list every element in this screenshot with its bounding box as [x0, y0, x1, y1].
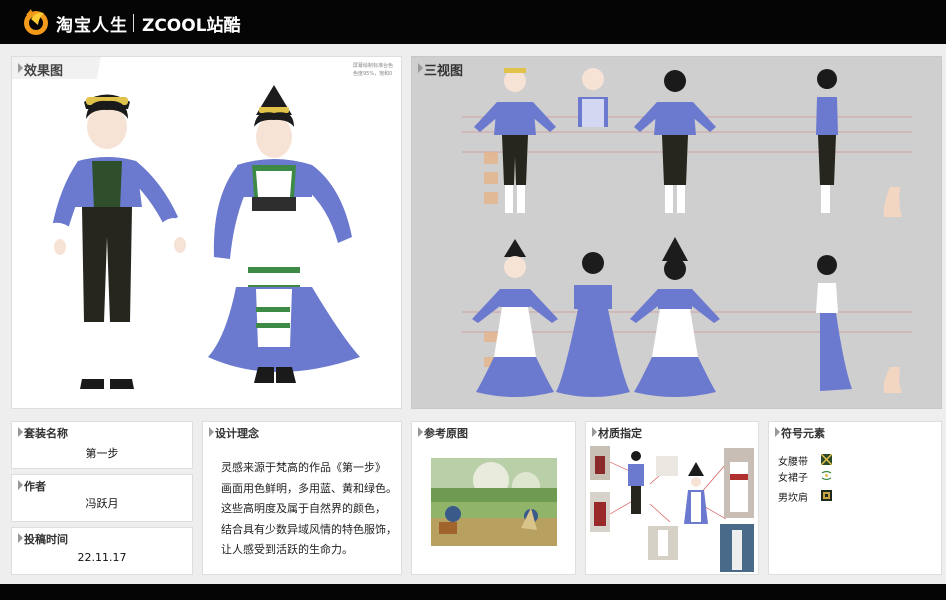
concept-line: 画面用色鲜明，多用蓝、黄和绿色。: [221, 481, 397, 495]
symbols-title: 符号元素: [775, 425, 825, 441]
three-view-panel: 三视图: [411, 56, 942, 409]
three-view-illustration: [462, 68, 912, 397]
symbol-label: 女腰带: [778, 457, 808, 468]
top-bar: 淘宝人生 ZCOOL站酷: [0, 0, 946, 44]
symbol-row-vest: 男坎肩: [778, 489, 832, 504]
reference-painting-image: [431, 458, 557, 546]
design-concept-title: 设计理念: [209, 425, 259, 441]
vest-pattern-icon: [821, 490, 832, 501]
bottom-bar: [0, 584, 946, 600]
symbols-panel: 符号元素 女腰带 女裙子 男坎肩: [768, 421, 942, 575]
date-panel: 投稿时间 22.11.17: [11, 527, 193, 575]
reference-title: 参考原图: [418, 425, 468, 441]
brand-zcool: ZCOOL站酷: [142, 16, 241, 36]
author-label: 作者: [18, 478, 46, 494]
author-panel: 作者 冯跃月: [11, 474, 193, 522]
taobao-life-logo-icon: [24, 9, 48, 35]
symbol-row-skirt: 女裙子: [778, 469, 832, 484]
design-concept-text: 灵感来源于梵高的作品《第一步》 画面用色鲜明，多用蓝、黄和绿色。 这些高明度及属…: [221, 458, 401, 561]
outfit-name-label: 套装名称: [18, 425, 68, 441]
female-character-figure: [208, 85, 360, 383]
reference-panel: 参考原图: [411, 421, 576, 575]
brand-taobao-life: 淘宝人生: [56, 16, 128, 36]
symbol-label: 男坎肩: [778, 493, 808, 504]
symbol-label: 女裙子: [778, 473, 808, 484]
effect-panel: 效果图 屏幕绘制标准台色 色度95%，饱和0: [11, 56, 402, 409]
material-collage-image: [590, 446, 754, 572]
date-label: 投稿时间: [18, 531, 68, 547]
male-character-figure: [48, 94, 186, 389]
concept-line: 这些高明度及属于自然界的颜色，: [221, 502, 386, 515]
design-concept-panel: 设计理念 灵感来源于梵高的作品《第一步》 画面用色鲜明，多用蓝、黄和绿色。 这些…: [202, 421, 402, 575]
material-title: 材质指定: [592, 425, 642, 441]
outfit-name-value: 第一步: [85, 447, 119, 460]
concept-line: 结合具有少数异域风情的特色服饰，: [221, 522, 397, 536]
skirt-pattern-icon: [821, 470, 832, 481]
concept-line: 灵感来源于梵高的作品《第一步》: [221, 461, 386, 474]
author-value: 冯跃月: [85, 497, 119, 510]
symbol-row-waist-belt: 女腰带: [778, 453, 832, 468]
waist-belt-pattern-icon: [821, 454, 832, 465]
concept-line: 让人感受到活跃的生命力。: [221, 543, 353, 556]
effect-illustration: [48, 85, 360, 389]
material-panel: 材质指定: [585, 421, 759, 575]
brand-divider: [133, 14, 134, 32]
date-value: 22.11.17: [77, 551, 127, 564]
outfit-name-panel: 套装名称 第一步: [11, 421, 193, 469]
